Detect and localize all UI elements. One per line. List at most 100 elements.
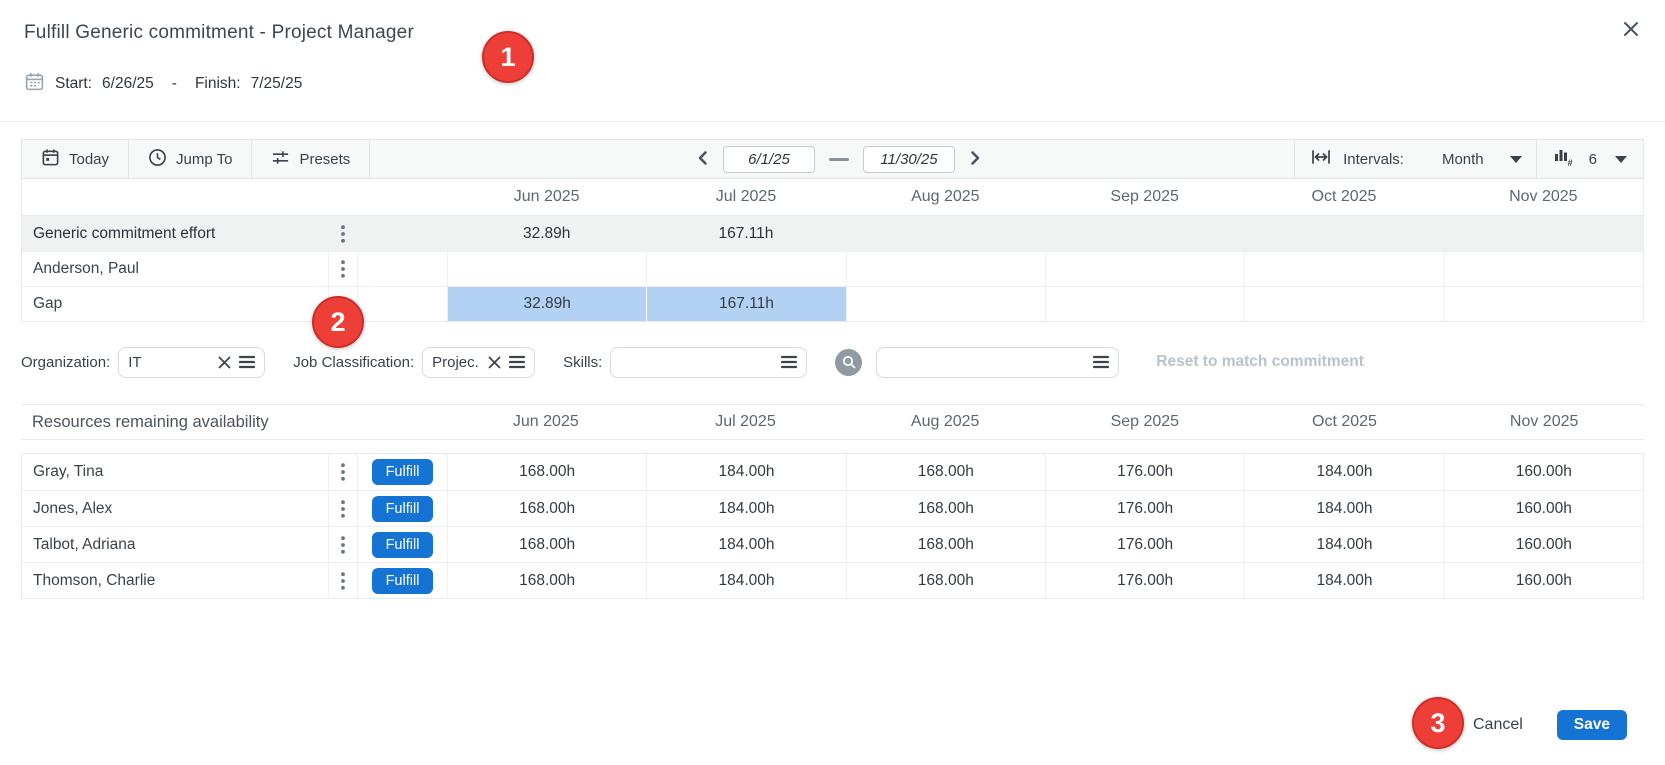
resource-menu-button[interactable] <box>329 563 357 598</box>
search-icon <box>842 355 856 369</box>
list-icon <box>239 355 255 369</box>
month-header: Oct 2025 <box>1245 405 1445 439</box>
job-classification-input[interactable] <box>432 354 480 371</box>
gap-cell-highlighted: 32.89h <box>447 287 646 321</box>
skills-filter <box>610 347 807 378</box>
organization-list-button[interactable] <box>239 355 255 369</box>
resource-search-filter <box>876 347 1119 378</box>
annotation-badge-3: 3 <box>1412 697 1464 749</box>
close-button[interactable] <box>1617 16 1645 44</box>
month-header: Jul 2025 <box>646 405 846 439</box>
resource-menu-button[interactable] <box>329 527 357 562</box>
month-header: Sep 2025 <box>1045 179 1244 215</box>
job-clear-button[interactable] <box>487 355 502 370</box>
chevron-right-icon <box>967 150 983 169</box>
toolbar-right: Intervals: Month # 6 <box>1294 140 1643 178</box>
resource-search-list-button[interactable] <box>1093 355 1109 369</box>
availability-cell: 184.00h <box>646 563 845 598</box>
next-period-button[interactable] <box>965 148 985 171</box>
kebab-icon <box>341 536 345 554</box>
fulfill-commitment-dialog: Fulfill Generic commitment - Project Man… <box>0 0 1665 765</box>
kebab-icon <box>341 463 345 481</box>
table-row-generic-commitment: Generic commitment effort 32.89h 167.11h <box>22 216 1643 251</box>
effort-cell: 167.11h <box>646 216 845 251</box>
jump-to-label: Jump To <box>176 151 232 168</box>
gap-cell <box>1045 287 1244 321</box>
date-separator: - <box>172 75 177 93</box>
effort-cell <box>1045 216 1244 251</box>
annotation-badge-1: 1 <box>482 31 534 83</box>
skills-label: Skills: <box>563 354 602 371</box>
fulfill-button[interactable]: Fulfill <box>372 496 434 522</box>
interval-count-value: 6 <box>1589 151 1597 168</box>
row-name: Anderson, Paul <box>22 252 328 286</box>
availability-cell: 176.00h <box>1045 563 1244 598</box>
row-menu-button[interactable] <box>328 216 357 251</box>
effort-cell <box>846 252 1045 286</box>
prev-period-button[interactable] <box>693 148 713 171</box>
scheduler-toolbar: Today Jump To <box>21 139 1644 179</box>
kebab-icon <box>341 572 345 590</box>
availability-cell: 168.00h <box>447 491 646 526</box>
search-button[interactable] <box>835 349 862 376</box>
intervals-label: Intervals: <box>1343 151 1404 168</box>
resource-search-input[interactable] <box>886 354 1086 371</box>
list-icon <box>1093 355 1109 369</box>
availability-cell: 160.00h <box>1444 491 1643 526</box>
availability-cell: 168.00h <box>447 563 646 598</box>
intervals-value: Month <box>1442 151 1484 168</box>
job-classification-filter <box>422 347 535 378</box>
save-button[interactable]: Save <box>1557 710 1627 740</box>
fulfill-button[interactable]: Fulfill <box>372 568 434 594</box>
fulfill-button[interactable]: Fulfill <box>372 459 434 485</box>
availability-cell: 184.00h <box>1244 491 1443 526</box>
resource-menu-button[interactable] <box>329 491 357 526</box>
gap-cell <box>1444 287 1643 321</box>
intervals-dropdown[interactable]: Intervals: Month <box>1295 140 1536 178</box>
kebab-icon <box>341 500 345 518</box>
gap-cell <box>846 287 1045 321</box>
job-list-button[interactable] <box>509 355 525 369</box>
table-row-resource: Thomson, Charlie Fulfill 168.00h 184.00h… <box>22 562 1643 598</box>
reset-to-match-commitment-link[interactable]: Reset to match commitment <box>1156 353 1364 371</box>
finish-date-value: 7/25/25 <box>251 75 303 93</box>
row-menu-button[interactable] <box>329 252 357 286</box>
month-header: Sep 2025 <box>1045 405 1245 439</box>
availability-cell: 184.00h <box>1244 454 1443 490</box>
skills-input[interactable] <box>620 354 774 371</box>
resource-name: Talbot, Adriana <box>22 527 328 562</box>
organization-filter <box>118 347 265 378</box>
commitment-months-header: Jun 2025 Jul 2025 Aug 2025 Sep 2025 Oct … <box>21 179 1644 216</box>
today-calendar-icon <box>41 148 60 171</box>
skills-list-button[interactable] <box>781 355 797 369</box>
bar-chart-count-icon: # <box>1553 147 1575 171</box>
chevron-left-icon <box>695 150 711 169</box>
dialog-header: Fulfill Generic commitment - Project Man… <box>0 0 1665 122</box>
presets-button[interactable]: Presets <box>252 140 369 178</box>
resource-menu-button[interactable] <box>329 454 357 490</box>
organization-input[interactable] <box>128 354 210 371</box>
cancel-button[interactable]: Cancel <box>1473 716 1523 734</box>
interval-count-dropdown[interactable]: # 6 <box>1537 140 1643 178</box>
chevron-down-icon <box>1615 156 1627 163</box>
jump-to-button[interactable]: Jump To <box>129 140 251 178</box>
table-row-resource: Talbot, Adriana Fulfill 168.00h 184.00h … <box>22 526 1643 562</box>
availability-cell: 168.00h <box>846 454 1045 490</box>
table-row-resource: Jones, Alex Fulfill 168.00h 184.00h 168.… <box>22 490 1643 526</box>
clock-icon <box>148 148 167 171</box>
range-end-input[interactable] <box>863 146 955 173</box>
fulfill-button[interactable]: Fulfill <box>372 532 434 558</box>
month-header: Oct 2025 <box>1244 179 1443 215</box>
effort-cell <box>846 216 1045 251</box>
range-start-input[interactable] <box>723 146 815 173</box>
resources-header: Resources remaining availability Jun 202… <box>21 404 1644 440</box>
effort-cell <box>1244 252 1443 286</box>
today-button[interactable]: Today <box>22 140 128 178</box>
dialog-content: Today Jump To <box>0 122 1665 599</box>
organization-clear-button[interactable] <box>217 355 232 370</box>
date-range-nav <box>693 140 985 178</box>
table-row-gap: Gap 32.89h 167.11h <box>22 286 1643 321</box>
effort-cell <box>1444 252 1643 286</box>
effort-cell <box>1244 216 1443 251</box>
availability-cell: 160.00h <box>1444 454 1643 490</box>
